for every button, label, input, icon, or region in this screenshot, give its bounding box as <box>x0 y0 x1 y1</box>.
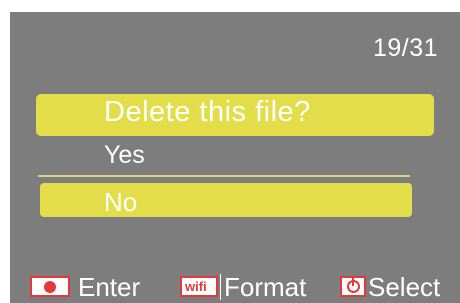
top-border <box>0 0 460 12</box>
camera-screen: 19/31 Delete this file? Yes No Enter wif… <box>0 0 460 303</box>
format-hint: Format <box>224 272 307 302</box>
file-counter: 19/31 <box>372 34 438 62</box>
wifi-key-text: wifi <box>185 279 207 294</box>
option-no-highlight[interactable] <box>40 183 412 217</box>
select-hint: Select <box>368 272 441 302</box>
wifi-key-icon[interactable]: wifi <box>180 276 218 297</box>
enter-hint: Enter <box>78 272 141 302</box>
option-divider <box>38 175 410 177</box>
record-dot-icon[interactable] <box>30 276 70 297</box>
dialog-title: Delete this file? <box>104 96 311 128</box>
option-no[interactable]: No <box>104 187 137 218</box>
power-icon[interactable] <box>340 276 366 297</box>
footer-hints: Enter wifi Format Select <box>0 270 460 303</box>
power-stem <box>352 278 354 286</box>
record-dot <box>44 281 56 293</box>
text-cursor <box>220 274 221 300</box>
left-border <box>0 0 10 303</box>
option-yes[interactable]: Yes <box>104 141 145 170</box>
